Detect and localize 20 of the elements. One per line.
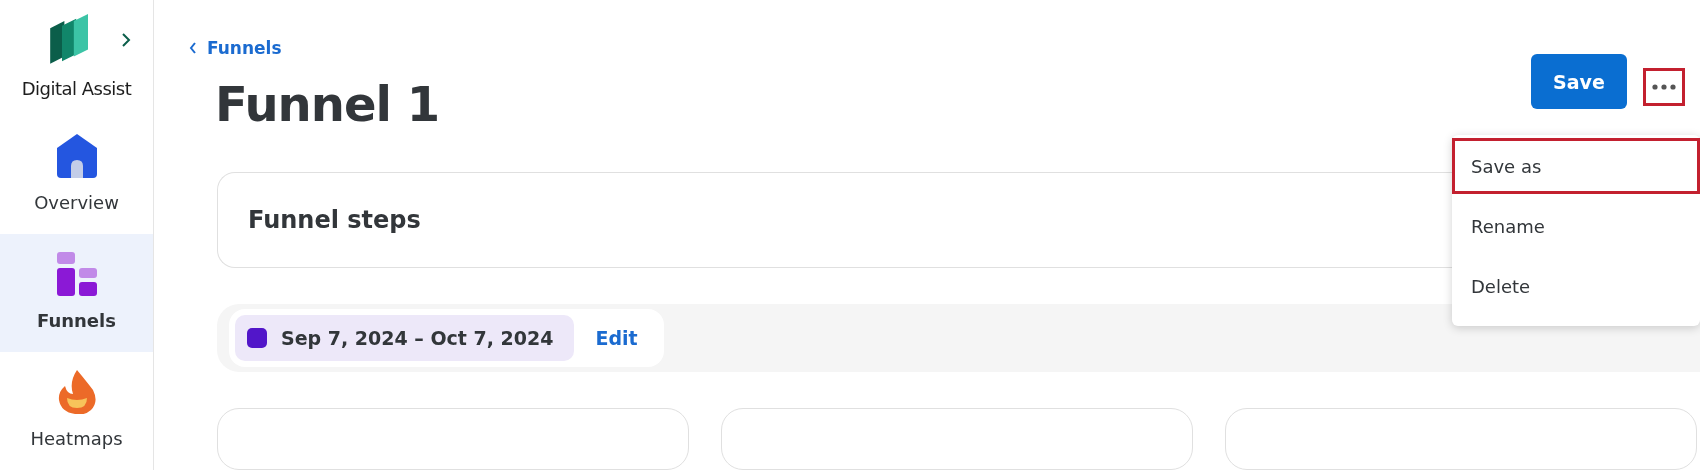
more-icon	[1652, 83, 1676, 90]
app-name: Digital Assist	[21, 78, 132, 99]
date-range: Sep 7, 2024 – Oct 7, 2024	[281, 327, 554, 350]
menu-item[interactable]: Save as	[1452, 138, 1700, 194]
house-icon	[56, 133, 97, 178]
sidebar-item[interactable]: Overview	[0, 115, 153, 234]
date-range-chip[interactable]: Sep 7, 2024 – Oct 7, 2024	[235, 315, 574, 362]
page-title: Funnel 1	[215, 76, 440, 132]
flame-icon	[56, 369, 97, 414]
sidebar-item[interactable]: Heatmaps	[0, 351, 153, 470]
sidebar-item[interactable]: Funnels	[0, 233, 153, 352]
menu-item[interactable]: Rename	[1452, 198, 1700, 254]
save-button[interactable]: Save	[1531, 54, 1627, 109]
more-button[interactable]	[1643, 67, 1685, 106]
chevron-right-icon[interactable]	[120, 32, 131, 48]
blocks-icon	[56, 251, 97, 296]
card-title: Funnel steps	[248, 206, 421, 235]
edit-link[interactable]: Edit	[595, 327, 638, 350]
chevron-left-icon	[189, 41, 197, 55]
menu-item[interactable]: Delete	[1452, 258, 1700, 314]
